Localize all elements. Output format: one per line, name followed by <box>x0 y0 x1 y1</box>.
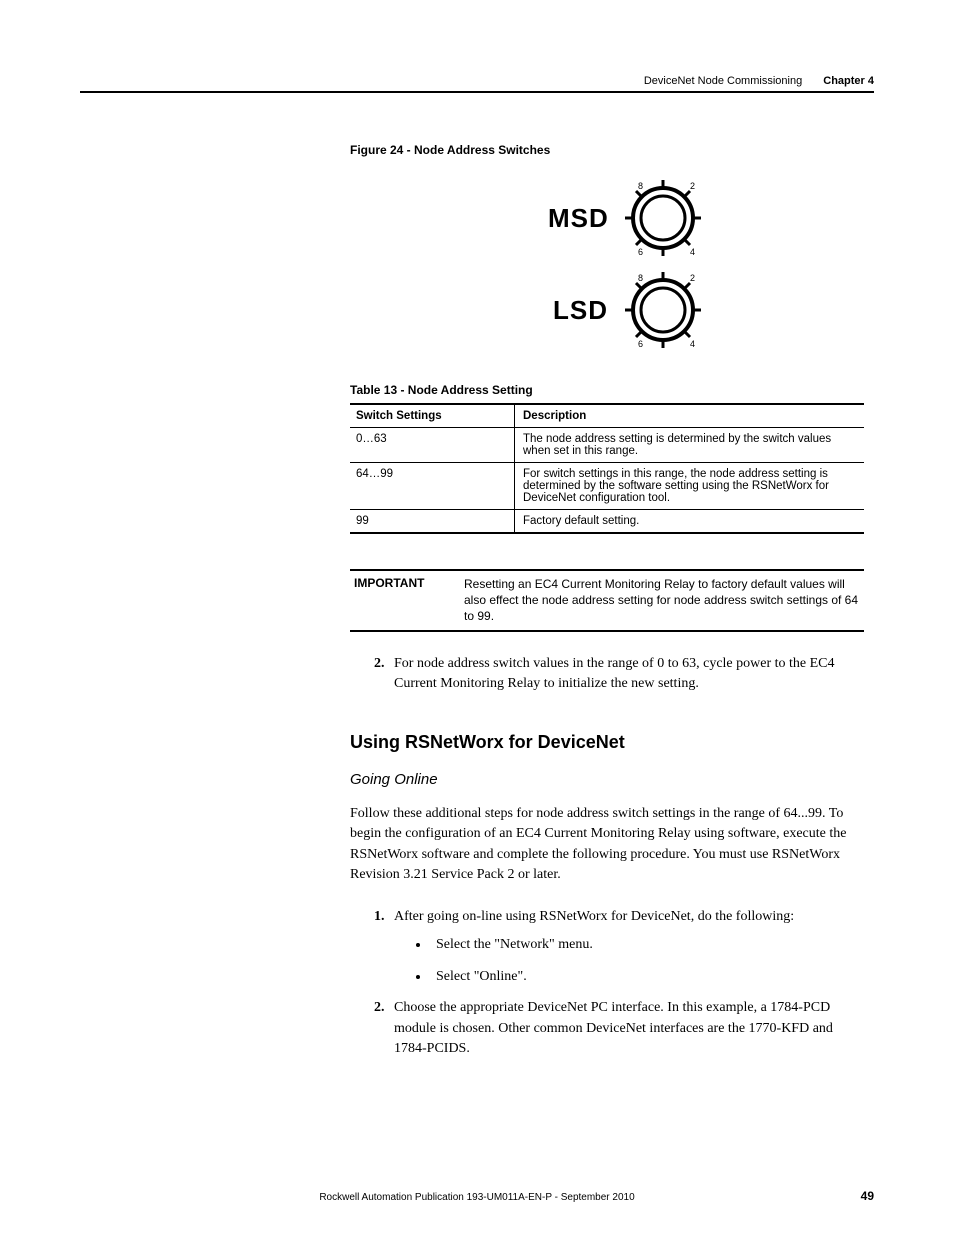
header-section: DeviceNet Node Commissioning <box>644 75 802 87</box>
table-cell: Factory default setting. <box>515 510 865 534</box>
footer-publication: Rockwell Automation Publication 193-UM01… <box>80 1192 874 1203</box>
rotary-switch-icon: 8 2 4 6 <box>620 175 706 261</box>
table-row: 64…99 For switch settings in this range,… <box>350 463 864 510</box>
footer-page-number: 49 <box>861 1189 874 1203</box>
page-header: DeviceNet Node Commissioning Chapter 4 <box>80 75 874 93</box>
step-list: For node address switch values in the ra… <box>350 654 864 695</box>
important-text: Resetting an EC4 Current Monitoring Rela… <box>464 576 864 625</box>
section-heading: Using RSNetWorx for DeviceNet <box>350 732 864 753</box>
step-text: After going on-line using RSNetWorx for … <box>394 909 794 924</box>
table-row: 0…63 The node address setting is determi… <box>350 428 864 463</box>
sub-step: Select the "Network" menu. <box>430 934 864 956</box>
svg-text:2: 2 <box>690 181 695 191</box>
dial-msd-label: MSD <box>548 203 608 234</box>
figure-body: MSD 8 2 4 6 <box>390 175 864 353</box>
sub-step: Select "Online". <box>430 966 864 988</box>
important-callout: IMPORTANT Resetting an EC4 Current Monit… <box>350 569 864 632</box>
figure-caption: Figure 24 - Node Address Switches <box>350 143 864 157</box>
svg-text:4: 4 <box>690 339 695 349</box>
table-row: 99 Factory default setting. <box>350 510 864 534</box>
table-cell: 0…63 <box>350 428 515 463</box>
svg-text:6: 6 <box>638 339 643 349</box>
table-cell: The node address setting is determined b… <box>515 428 865 463</box>
svg-text:2: 2 <box>690 273 695 283</box>
svg-text:6: 6 <box>638 247 643 257</box>
node-address-table: Switch Settings Description 0…63 The nod… <box>350 403 864 534</box>
procedure-list: After going on-line using RSNetWorx for … <box>350 907 864 1059</box>
table-cell: For switch settings in this range, the n… <box>515 463 865 510</box>
header-chapter: Chapter 4 <box>823 75 874 87</box>
table-header: Description <box>515 404 865 428</box>
page-footer: Rockwell Automation Publication 193-UM01… <box>80 1192 874 1203</box>
table-caption: Table 13 - Node Address Setting <box>350 383 864 397</box>
paragraph: Follow these additional steps for node a… <box>350 804 864 885</box>
rotary-switch-icon: 8 2 4 6 <box>620 267 706 353</box>
table-header: Switch Settings <box>350 404 515 428</box>
dial-lsd-label: LSD <box>548 295 608 326</box>
svg-text:8: 8 <box>638 273 643 283</box>
table-cell: 99 <box>350 510 515 534</box>
svg-text:8: 8 <box>638 181 643 191</box>
step-text: For node address switch values in the ra… <box>394 656 835 691</box>
svg-text:4: 4 <box>690 247 695 257</box>
step-text: Choose the appropriate DeviceNet PC inte… <box>394 1000 833 1056</box>
table-cell: 64…99 <box>350 463 515 510</box>
sub-heading: Going Online <box>350 771 864 788</box>
important-label: IMPORTANT <box>350 576 464 625</box>
